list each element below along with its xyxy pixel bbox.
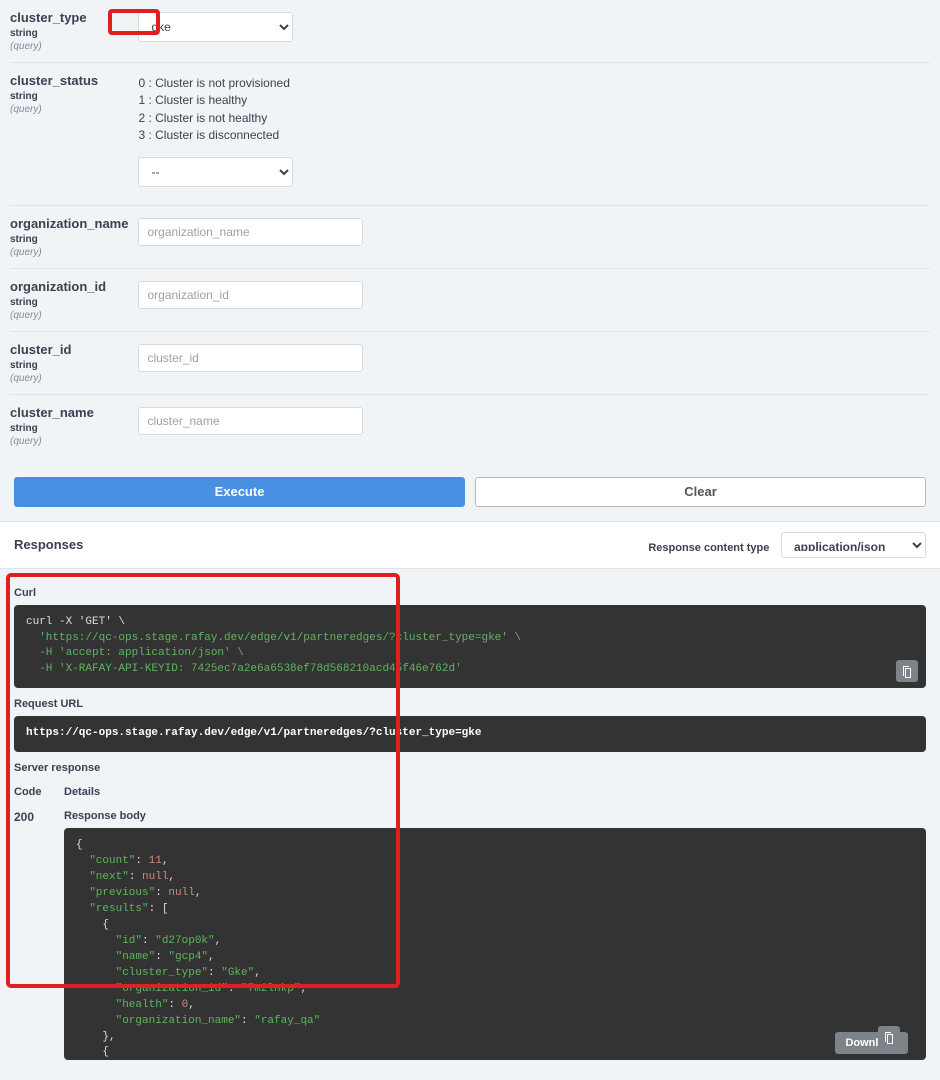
param-in: (query) [10, 247, 128, 258]
param-row-cluster_type: cluster_typestring (query) gke [10, 0, 930, 63]
organization_name-input[interactable] [138, 218, 363, 246]
param-name: cluster_type [10, 10, 128, 25]
param-name: cluster_status [10, 73, 128, 88]
param-row-cluster_id: cluster_idstring (query) [10, 331, 930, 394]
content-type-label: Response content type [648, 542, 769, 554]
request-url-block: https://qc-ops.stage.rafay.dev/edge/v1/p… [14, 716, 926, 752]
details-column-header: Details [64, 780, 926, 804]
server-response-heading: Server response [14, 762, 926, 774]
cluster_name-input[interactable] [138, 407, 363, 435]
param-type: string [10, 91, 128, 102]
code-column-header: Code [14, 780, 64, 804]
param-row-organization_id: organization_idstring (query) [10, 268, 930, 331]
action-buttons-row: Execute Clear [0, 467, 940, 521]
param-name: cluster_id [10, 342, 128, 357]
param-row-organization_name: organization_namestring (query) [10, 205, 930, 268]
cluster_id-input[interactable] [138, 344, 363, 372]
execute-button[interactable]: Execute [14, 477, 465, 507]
parameters-section: cluster_typestring (query) gke cluster_stat… [0, 0, 940, 467]
param-description: 0 : Cluster is not provisioned1 : Cluste… [138, 75, 930, 145]
param-in: (query) [10, 310, 128, 321]
param-type: string [10, 28, 128, 39]
cluster_status-select[interactable]: -- [138, 157, 293, 187]
param-type: string [10, 297, 128, 308]
content-type-select[interactable]: application/json [781, 532, 926, 558]
response-body-block: { "count": 11, "next": null, "previous":… [64, 828, 926, 1060]
param-type: string [10, 423, 128, 434]
response-body-heading: Response body [64, 810, 926, 822]
organization_id-input[interactable] [138, 281, 363, 309]
clear-button[interactable]: Clear [475, 477, 926, 507]
param-in: (query) [10, 436, 128, 447]
param-type: string [10, 234, 128, 245]
param-in: (query) [10, 104, 128, 115]
param-row-cluster_name: cluster_namestring (query) [10, 394, 930, 457]
response-code: 200 [14, 804, 64, 1066]
curl-heading: Curl [14, 587, 926, 599]
param-name: organization_id [10, 279, 128, 294]
param-row-cluster_status: cluster_statusstring (query) 0 : Cluster i… [10, 63, 930, 206]
cluster_type-select[interactable]: gke [138, 12, 293, 42]
param-name: cluster_name [10, 405, 128, 420]
copy-curl-icon[interactable] [896, 660, 918, 682]
responses-label: Responses [14, 537, 83, 552]
param-type: string [10, 360, 128, 371]
request-url-heading: Request URL [14, 698, 926, 710]
copy-response-icon[interactable] [878, 1026, 900, 1048]
responses-header: Responses Response content type applicat… [0, 521, 940, 569]
responses-area: Curl curl -X 'GET' \ 'https://qc-ops.sta… [0, 569, 940, 1080]
param-in: (query) [10, 41, 128, 52]
param-name: organization_name [10, 216, 128, 231]
server-response-table: Code Details 200 Response body { "count"… [14, 780, 926, 1066]
curl-code-block: curl -X 'GET' \ 'https://qc-ops.stage.ra… [14, 605, 926, 689]
param-in: (query) [10, 373, 128, 384]
